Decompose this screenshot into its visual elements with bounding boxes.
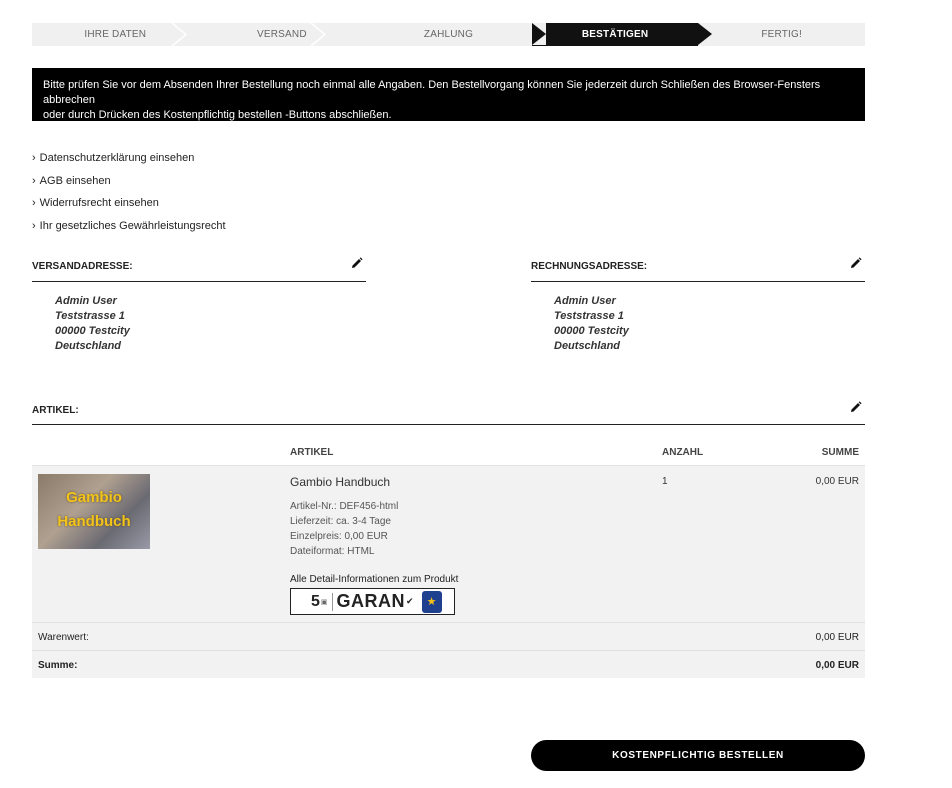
product-delivery: Lieferzeit: ca. 3-4 Tage xyxy=(290,516,391,527)
thumb-text: Gambio xyxy=(66,489,122,506)
subtotal-value: 0,00 EUR xyxy=(815,632,859,643)
chevron-right-icon: › xyxy=(32,220,36,233)
product-name: Gambio Handbuch xyxy=(290,475,391,489)
step-label: FERTIG! xyxy=(761,29,802,40)
shipping-address-title: VERSANDADRESSE: xyxy=(32,261,133,272)
total-label: Summe: xyxy=(38,660,78,671)
badge-number: 5 xyxy=(311,592,320,610)
step-label: VERSAND xyxy=(257,29,307,40)
column-qty: ANZAHL xyxy=(662,447,704,458)
guarantee-badge[interactable]: 5 ▣ GARAN ✔ ★ xyxy=(290,588,455,615)
total-row: Summe: 0,00 EUR xyxy=(32,650,865,678)
legal-links: › Datenschutzerklärung einsehen › AGB eins… xyxy=(32,152,226,243)
link-label: Datenschutzerklärung einsehen xyxy=(39,152,195,164)
address-city: 00000 Testcity xyxy=(554,325,629,337)
withdrawal-link[interactable]: › Widerrufsrecht einsehen xyxy=(32,197,226,220)
billing-address-header: RECHNUNGSADRESSE: xyxy=(531,257,865,282)
step-versand[interactable]: VERSAND xyxy=(199,23,366,46)
product-sum: 0,00 EUR xyxy=(815,476,859,487)
step-ihre-daten[interactable]: IHRE DATEN xyxy=(32,23,199,46)
product-meta: Artikel-Nr.: DEF456-html Lieferzeit: ca.… xyxy=(290,499,398,559)
step-bestaetigen: BESTÄTIGEN xyxy=(531,23,712,46)
product-qty: 1 xyxy=(662,476,668,487)
articles-table-header: ARTIKEL ANZAHL SUMME xyxy=(32,446,865,466)
address-country: Deutschland xyxy=(55,340,122,352)
chevron-right-icon: › xyxy=(32,152,36,164)
articles-title: ARTIKEL: xyxy=(32,405,79,416)
subtotal-label: Warenwert: xyxy=(38,632,89,643)
notice-line-2: oder durch Drücken des Kostenpflichtig b… xyxy=(43,109,392,121)
terms-link[interactable]: › AGB einsehen xyxy=(32,175,226,198)
subtotal-row: Warenwert: 0,00 EUR xyxy=(32,622,865,650)
link-label: Ihr gesetzliches Gewährleistungsrecht xyxy=(39,220,226,233)
address-city: 00000 Testcity xyxy=(55,325,130,337)
step-label: ZAHLUNG xyxy=(423,29,474,40)
step-label: IHRE DATEN xyxy=(84,29,147,40)
address-name: Admin User xyxy=(554,295,616,307)
badge-divider xyxy=(331,592,333,611)
link-label: Widerrufsrecht einsehen xyxy=(39,197,159,210)
chevron-right-icon: › xyxy=(32,197,36,210)
column-sum: SUMME xyxy=(821,447,859,458)
warranty-link[interactable]: › Ihr gesetzliches Gewährleistungsrecht xyxy=(32,220,226,243)
notice-line-1: Bitte prüfen Sie vor dem Absenden Ihrer … xyxy=(43,79,821,106)
place-order-button[interactable]: KOSTENPFLICHTIG BESTELLEN xyxy=(531,740,865,771)
badge-word: GARAN xyxy=(336,591,406,611)
eu-seal-icon: ★ xyxy=(421,590,442,613)
product-thumbnail[interactable]: Gambio Handbuch xyxy=(38,474,150,549)
step-zahlung[interactable]: ZAHLUNG xyxy=(365,23,532,46)
link-label: AGB einsehen xyxy=(39,174,111,187)
step-fertig: FERTIG! xyxy=(698,23,865,46)
edit-pencil-icon[interactable] xyxy=(850,401,862,413)
badge-star-icon: ▣ xyxy=(320,598,328,606)
product-sku: Artikel-Nr.: DEF456-html xyxy=(290,501,399,512)
checkmark-icon: ✔ xyxy=(406,596,414,606)
privacy-policy-link[interactable]: › Datenschutzerklärung einsehen xyxy=(32,152,226,175)
table-row: Gambio Handbuch Gambio Handbuch Artikel-… xyxy=(32,466,865,622)
chevron-right-icon: › xyxy=(32,174,36,187)
shipping-address: Admin User Teststrasse 1 00000 Testcity … xyxy=(55,294,130,354)
edit-pencil-icon[interactable] xyxy=(351,257,363,269)
articles-header: ARTIKEL: xyxy=(32,401,865,425)
thumb-text: Handbuch xyxy=(57,513,131,530)
product-format: Dateiformat: HTML xyxy=(290,546,375,557)
step-label: BESTÄTIGEN xyxy=(581,29,649,40)
address-country: Deutschland xyxy=(554,340,621,352)
address-street: Teststrasse 1 xyxy=(554,310,624,322)
confirmation-notice: Bitte prüfen Sie vor dem Absenden Ihrer … xyxy=(32,68,865,121)
total-value: 0,00 EUR xyxy=(815,660,859,671)
column-article: ARTIKEL xyxy=(290,447,334,458)
product-unit-price: Einzelpreis: 0,00 EUR xyxy=(290,531,388,542)
address-name: Admin User xyxy=(55,295,117,307)
checkout-stepper: IHRE DATEN VERSAND ZAHLUNG BESTÄTIGEN FE… xyxy=(32,23,865,46)
product-detail-link[interactable]: Alle Detail-Informationen zum Produkt xyxy=(290,574,458,585)
billing-address: Admin User Teststrasse 1 00000 Testcity … xyxy=(554,294,629,354)
edit-pencil-icon[interactable] xyxy=(850,257,862,269)
address-street: Teststrasse 1 xyxy=(55,310,125,322)
shipping-address-header: VERSANDADRESSE: xyxy=(32,257,366,282)
billing-address-title: RECHNUNGSADRESSE: xyxy=(531,261,648,272)
